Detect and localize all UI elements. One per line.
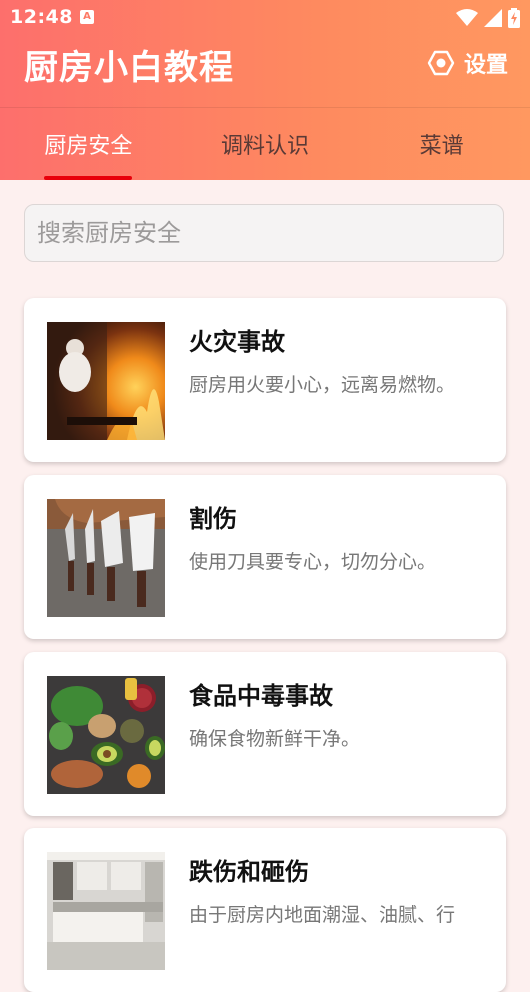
card-title: 割伤 xyxy=(189,505,237,533)
card-title: 火灾事故 xyxy=(189,328,285,356)
knives-photo xyxy=(47,499,165,617)
card-title: 跌伤和砸伤 xyxy=(189,858,309,886)
signal-icon xyxy=(484,9,502,27)
tab-seasonings[interactable]: 调料认识 xyxy=(177,108,354,180)
gear-icon xyxy=(427,50,455,76)
kitchen-interior-photo xyxy=(47,852,165,970)
header: 12:48 A 厨房小白教程 设置 厨房安全 调料认识 菜谱 xyxy=(0,0,530,180)
settings-label: 设置 xyxy=(463,53,508,78)
wifi-icon xyxy=(456,9,478,26)
tab-label: 调料认识 xyxy=(221,134,310,159)
safety-card-cuts[interactable]: 割伤 使用刀具要专心，切勿分心。 xyxy=(24,475,506,639)
status-icons xyxy=(456,8,520,28)
card-description: 厨房用火要小心，远离易燃物。 xyxy=(189,374,456,396)
tab-kitchen-safety[interactable]: 厨房安全 xyxy=(0,108,177,180)
tab-bar: 厨房安全 调料认识 菜谱 xyxy=(0,108,530,180)
safety-card-food-poisoning[interactable]: 食品中毒事故 确保食物新鲜干净。 xyxy=(24,652,506,816)
card-title: 食品中毒事故 xyxy=(189,682,333,710)
tab-label: 菜谱 xyxy=(419,134,464,159)
fresh-food-photo xyxy=(47,676,165,794)
tab-label: 厨房安全 xyxy=(44,134,133,159)
settings-button[interactable]: 设置 xyxy=(426,46,508,80)
battery-charging-icon xyxy=(508,8,520,28)
search-box xyxy=(24,204,504,262)
card-description: 使用刀具要专心，切勿分心。 xyxy=(189,551,437,573)
tab-recipes[interactable]: 菜谱 xyxy=(353,108,530,180)
app-title: 厨房小白教程 xyxy=(24,48,234,88)
card-description: 确保食物新鲜干净。 xyxy=(189,728,361,750)
active-tab-indicator xyxy=(44,176,132,180)
chef-fire-photo xyxy=(47,322,165,440)
safety-card-falls[interactable]: 跌伤和砸伤 由于厨房内地面潮湿、油腻、行 xyxy=(24,828,506,992)
search-input[interactable] xyxy=(25,205,503,261)
status-bar: 12:48 A xyxy=(0,0,530,36)
status-time: 12:48 xyxy=(10,6,73,28)
card-description: 由于厨房内地面潮湿、油腻、行 xyxy=(189,904,456,926)
a-letter-icon: A xyxy=(80,10,94,24)
safety-card-fire[interactable]: 火灾事故 厨房用火要小心，远离易燃物。 xyxy=(24,298,506,462)
